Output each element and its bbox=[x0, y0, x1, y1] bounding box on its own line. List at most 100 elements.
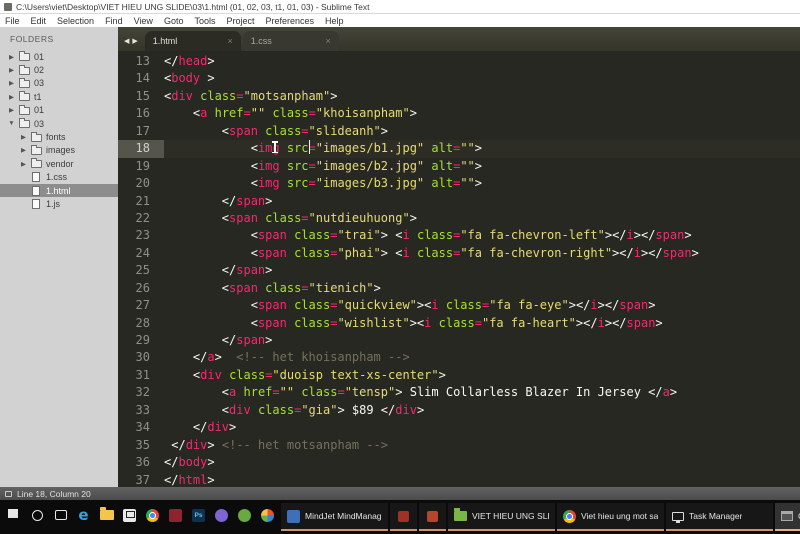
tab-nav-right-icon[interactable]: ▶ bbox=[132, 38, 137, 45]
photos-pinwheel-icon[interactable] bbox=[256, 503, 279, 527]
tree-folder-03[interactable]: ▼ 03 bbox=[0, 117, 118, 130]
tree-folder-vendor[interactable]: ▶ vendor bbox=[0, 157, 118, 170]
code-line-33[interactable]: 33 <div class="gia"> $89 </div> bbox=[118, 402, 800, 419]
tab-nav-left-icon[interactable]: ◀ bbox=[124, 38, 129, 45]
app-green-icon[interactable] bbox=[233, 503, 256, 527]
code-line-25[interactable]: 25 </span> bbox=[118, 262, 800, 279]
search-icon[interactable] bbox=[26, 503, 49, 527]
code-line-32[interactable]: 32 <a href="" class="tensp"> Slim Collar… bbox=[118, 384, 800, 401]
taskbar-button-app-red-2[interactable] bbox=[390, 503, 417, 531]
code-line-35[interactable]: 35 </div> <!-- het motsanpham --> bbox=[118, 437, 800, 454]
menu-edit[interactable]: Edit bbox=[31, 16, 47, 26]
code-line-37[interactable]: 37 </html> bbox=[118, 472, 800, 488]
code-line-14[interactable]: 14 <body > bbox=[118, 70, 800, 87]
tree-folder-03[interactable]: ▶ 03 bbox=[0, 77, 118, 90]
task-view-icon[interactable] bbox=[49, 503, 72, 527]
taskbar-button-viet-hieu-ung-slid[interactable]: VIET HIEU UNG SLID... bbox=[448, 503, 555, 531]
code-line-29[interactable]: 29 </span> bbox=[118, 332, 800, 349]
folder-icon bbox=[31, 131, 42, 142]
app-purple-icon[interactable] bbox=[210, 503, 233, 527]
menu-bar: File Edit Selection Find View Goto Tools Projec… bbox=[0, 14, 800, 27]
menu-project[interactable]: Project bbox=[226, 16, 254, 26]
code-line-17[interactable]: 17 <span class="slideanh"> bbox=[118, 123, 800, 140]
tree-folder-fonts[interactable]: ▶ fonts bbox=[0, 130, 118, 143]
app-red-icon[interactable] bbox=[164, 503, 187, 527]
tab-1.html[interactable]: 1.html × bbox=[144, 31, 241, 51]
code-line-30[interactable]: 30 </a> <!-- het khoisanpham --> bbox=[118, 349, 800, 366]
menu-selection[interactable]: Selection bbox=[57, 16, 94, 26]
sublime-text-window: C:\Users\viet\Desktop\VIET HIEU UNG SLID… bbox=[0, 0, 800, 534]
menu-goto[interactable]: Goto bbox=[164, 16, 184, 26]
code-line-text: <a href="" class="tensp"> Slim Collarles… bbox=[221, 385, 678, 400]
line-number: 20 bbox=[135, 176, 150, 191]
menu-preferences[interactable]: Preferences bbox=[265, 16, 314, 26]
tree-file-1.html[interactable]: 1.html bbox=[0, 183, 118, 198]
tree-folder-images[interactable]: ▶ images bbox=[0, 144, 118, 157]
code-line-21[interactable]: 21 </span> bbox=[118, 193, 800, 210]
tree-folder-02[interactable]: ▶ 02 bbox=[0, 63, 118, 76]
chevron-right-icon[interactable]: ▶ bbox=[8, 66, 15, 74]
store-icon[interactable] bbox=[118, 503, 141, 527]
app-red-2-icon bbox=[398, 510, 409, 522]
code-line-34[interactable]: 34 </div> bbox=[118, 419, 800, 436]
code-line-16[interactable]: 16 <a href="" class="khoisanpham"> bbox=[118, 105, 800, 122]
code-line-26[interactable]: 26 <span class="tienich"> bbox=[118, 280, 800, 297]
menu-help[interactable]: Help bbox=[325, 16, 344, 26]
file-explorer-icon[interactable] bbox=[95, 503, 118, 527]
folder-icon bbox=[19, 64, 30, 75]
code-line-19[interactable]: 19 <img src="images/b2.jpg" alt=""> bbox=[118, 158, 800, 175]
tree-folder-01[interactable]: ▶ 01 bbox=[0, 50, 118, 63]
taskbar-button-mindjet-mindmanag[interactable]: MindJet MindManag... bbox=[281, 503, 388, 531]
line-number: 29 bbox=[135, 333, 150, 347]
code-line-20[interactable]: 20 <img src="images/b3.jpg" alt=""> bbox=[118, 175, 800, 192]
tree-folder-01[interactable]: ▶ 01 bbox=[0, 104, 118, 117]
code-line-24[interactable]: 24 <span class="phai"> <i class="fa fa-c… bbox=[118, 245, 800, 262]
app-red-3-icon bbox=[427, 510, 438, 522]
photoshop-icon[interactable]: Ps bbox=[187, 503, 210, 527]
code-line-text: <div class="duoisp text-xs-center"> bbox=[192, 367, 446, 382]
photos-pinwheel-glyph bbox=[261, 508, 274, 522]
code-line-15[interactable]: 15 <div class="motsanpham"> bbox=[118, 88, 800, 105]
chevron-right-icon[interactable]: ▶ bbox=[20, 133, 27, 141]
chevron-right-icon[interactable]: ▶ bbox=[8, 93, 15, 101]
code-line-27[interactable]: 27 <span class="quickview"><i class="fa … bbox=[118, 297, 800, 314]
chevron-right-icon[interactable]: ▶ bbox=[20, 160, 27, 168]
taskbar-button-viet-hieu-ung-mot-sa[interactable]: Viet hieu ung mot sa... bbox=[557, 503, 664, 531]
close-icon[interactable]: × bbox=[228, 36, 233, 46]
close-icon[interactable]: × bbox=[326, 36, 331, 46]
taskbar-button-app-red-3[interactable] bbox=[419, 503, 446, 531]
code-area[interactable]: 13 </head> 14 <body > 15 <div class="motsanph… bbox=[118, 51, 800, 487]
code-line-text: </head> bbox=[164, 54, 215, 68]
code-line-23[interactable]: 23 <span class="trai"> <i class="fa fa-c… bbox=[118, 227, 800, 244]
start-glyph bbox=[8, 508, 21, 522]
chrome-icon[interactable] bbox=[141, 503, 164, 527]
code-line-18[interactable]: 18 <img src="images/b1.jpg" alt=""> bbox=[118, 140, 800, 158]
chevron-right-icon[interactable]: ▶ bbox=[8, 106, 15, 114]
menu-tools[interactable]: Tools bbox=[194, 16, 215, 26]
tree-item-label: 03 bbox=[34, 78, 45, 89]
tree-file-1.css[interactable]: 1.css bbox=[0, 171, 118, 184]
code-line-31[interactable]: 31 <div class="duoisp text-xs-center"> bbox=[118, 367, 800, 384]
line-number: 18 bbox=[118, 140, 164, 158]
code-line-28[interactable]: 28 <span class="wishlist"><i class="fa f… bbox=[118, 315, 800, 332]
chevron-right-icon[interactable]: ▶ bbox=[20, 146, 27, 154]
menu-view[interactable]: View bbox=[134, 16, 153, 26]
menu-file[interactable]: File bbox=[5, 16, 20, 26]
code-line-22[interactable]: 22 <span class="nutdieuhuong"> bbox=[118, 210, 800, 227]
menu-find[interactable]: Find bbox=[105, 16, 123, 26]
edge-icon[interactable]: e bbox=[72, 503, 95, 527]
tab-1.css[interactable]: 1.css × bbox=[242, 31, 339, 51]
taskbar-button-task-manager[interactable]: Task Manager bbox=[666, 503, 773, 531]
tree-folder-t1[interactable]: ▶ t1 bbox=[0, 90, 118, 103]
tree-file-1.js[interactable]: 1.js bbox=[0, 197, 118, 210]
code-line-text: <img src="images/b1.jpg" alt=""> bbox=[250, 141, 482, 156]
chevron-right-icon[interactable]: ▶ bbox=[8, 53, 15, 61]
photoshop-glyph: Ps bbox=[192, 508, 205, 522]
chevron-right-icon[interactable]: ▶ bbox=[8, 79, 15, 87]
folder-green-icon bbox=[454, 508, 467, 521]
taskbar-button-c-users-viet-deskto[interactable]: C:\Users\viet\Deskto... bbox=[775, 503, 800, 531]
chevron-down-icon[interactable]: ▼ bbox=[8, 120, 15, 127]
start-icon[interactable] bbox=[3, 503, 26, 527]
code-line-36[interactable]: 36 </body> bbox=[118, 454, 800, 471]
code-line-13[interactable]: 13 </head> bbox=[118, 53, 800, 70]
